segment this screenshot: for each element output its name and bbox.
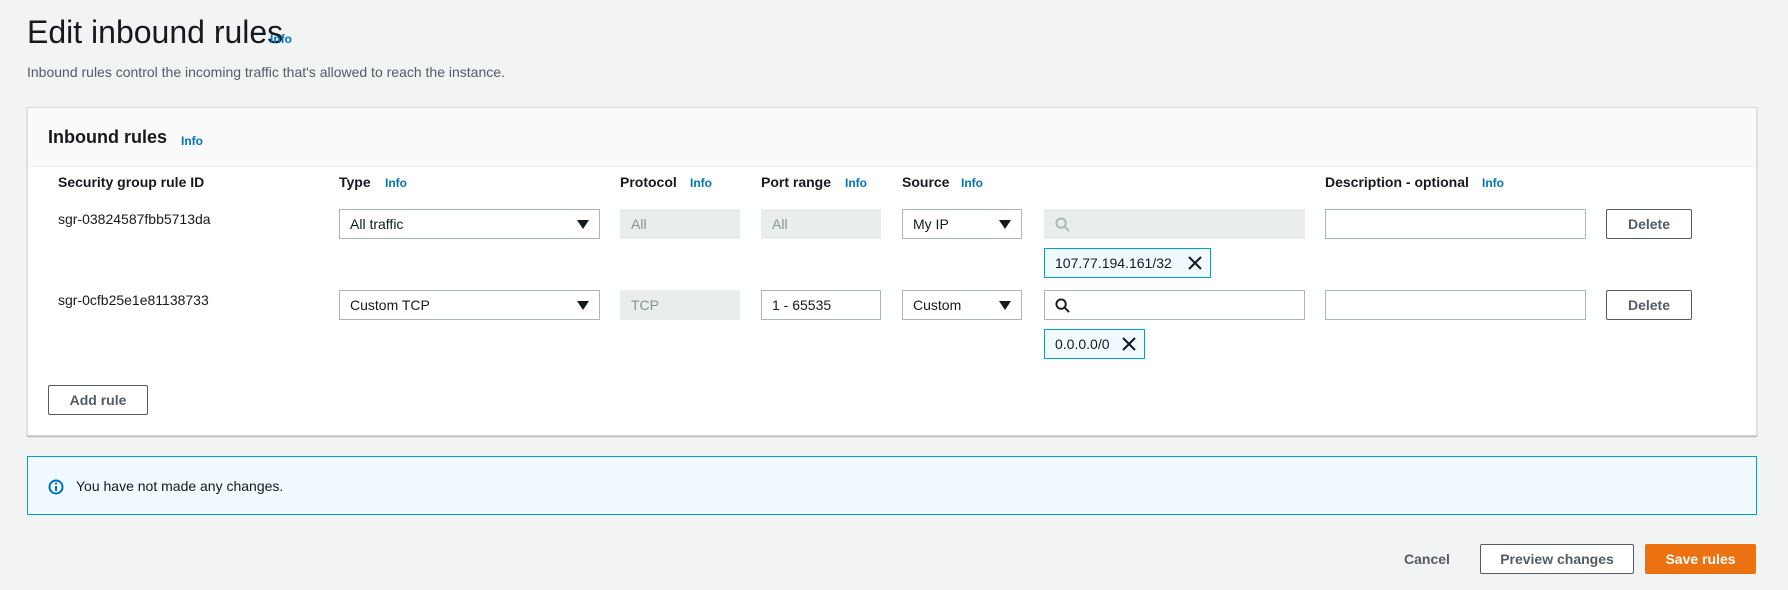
type-select-value: All traffic (350, 216, 404, 232)
type-select[interactable]: Custom TCP (339, 290, 600, 320)
source-select-value: My IP (913, 216, 949, 232)
save-rules-button[interactable]: Save rules (1645, 544, 1756, 574)
port-range-field: All (761, 209, 881, 239)
add-rule-button[interactable]: Add rule (48, 385, 148, 415)
cidr-token: 107.77.194.161/32 (1044, 248, 1211, 278)
info-notice: You have not made any changes. (27, 456, 1757, 515)
close-icon[interactable] (1188, 256, 1202, 270)
source-select[interactable]: Custom (902, 290, 1022, 320)
col-header-type: Type (339, 174, 371, 190)
search-icon (1055, 298, 1070, 313)
caret-down-icon (999, 220, 1011, 229)
type-select[interactable]: All traffic (339, 209, 600, 239)
delete-rule-button[interactable]: Delete (1606, 290, 1692, 320)
cidr-token-label: 107.77.194.161/32 (1055, 255, 1172, 271)
cidr-search-input (1044, 209, 1305, 239)
rule-id: sgr-03824587fbb5713da (58, 211, 211, 227)
col-header-rule-id: Security group rule ID (58, 174, 205, 190)
port-range-input[interactable]: 1 - 65535 (761, 290, 881, 320)
edit-inbound-rules-page: Edit inbound rules Info Inbound rules co… (0, 0, 1788, 590)
col-header-description-info-link[interactable]: Info (1482, 176, 1504, 190)
col-header-source-info-link[interactable]: Info (961, 176, 983, 190)
caret-down-icon (999, 301, 1011, 310)
description-input[interactable] (1325, 290, 1586, 320)
panel-header: Inbound rules Info (28, 108, 1756, 167)
rule-id: sgr-0cfb25e1e81138733 (58, 292, 209, 308)
protocol-field: All (620, 209, 740, 239)
col-header-protocol-info-link[interactable]: Info (690, 176, 712, 190)
caret-down-icon (577, 220, 589, 229)
col-header-description: Description - optional (1325, 174, 1469, 190)
info-circle-icon (48, 479, 64, 495)
protocol-field: TCP (620, 290, 740, 320)
page-title: Edit inbound rules (27, 14, 284, 50)
close-icon[interactable] (1122, 337, 1136, 351)
search-icon (1055, 217, 1070, 232)
panel-title: Inbound rules (48, 127, 167, 147)
notice-text: You have not made any changes. (76, 478, 284, 494)
cidr-token-label: 0.0.0.0/0 (1055, 336, 1110, 352)
preview-changes-button[interactable]: Preview changes (1480, 544, 1634, 574)
source-select-value: Custom (913, 297, 962, 313)
page-title-info-link[interactable]: Info (270, 32, 292, 46)
delete-rule-button[interactable]: Delete (1606, 209, 1692, 239)
cancel-button[interactable]: Cancel (1404, 551, 1450, 567)
caret-down-icon (577, 301, 589, 310)
cidr-search-input[interactable] (1044, 290, 1305, 320)
col-header-source: Source (902, 174, 950, 190)
inbound-rules-panel: Inbound rules Info Security group rule I… (27, 107, 1757, 436)
page-description: Inbound rules control the incoming traff… (27, 64, 505, 80)
col-header-type-info-link[interactable]: Info (385, 176, 407, 190)
cidr-token: 0.0.0.0/0 (1044, 329, 1145, 359)
type-select-value: Custom TCP (350, 297, 430, 313)
col-header-port-range-info-link[interactable]: Info (845, 176, 867, 190)
description-input[interactable] (1325, 209, 1586, 239)
col-header-protocol: Protocol (620, 174, 677, 190)
source-select[interactable]: My IP (902, 209, 1022, 239)
col-header-port-range: Port range (761, 174, 832, 190)
panel-title-info-link[interactable]: Info (181, 134, 203, 148)
